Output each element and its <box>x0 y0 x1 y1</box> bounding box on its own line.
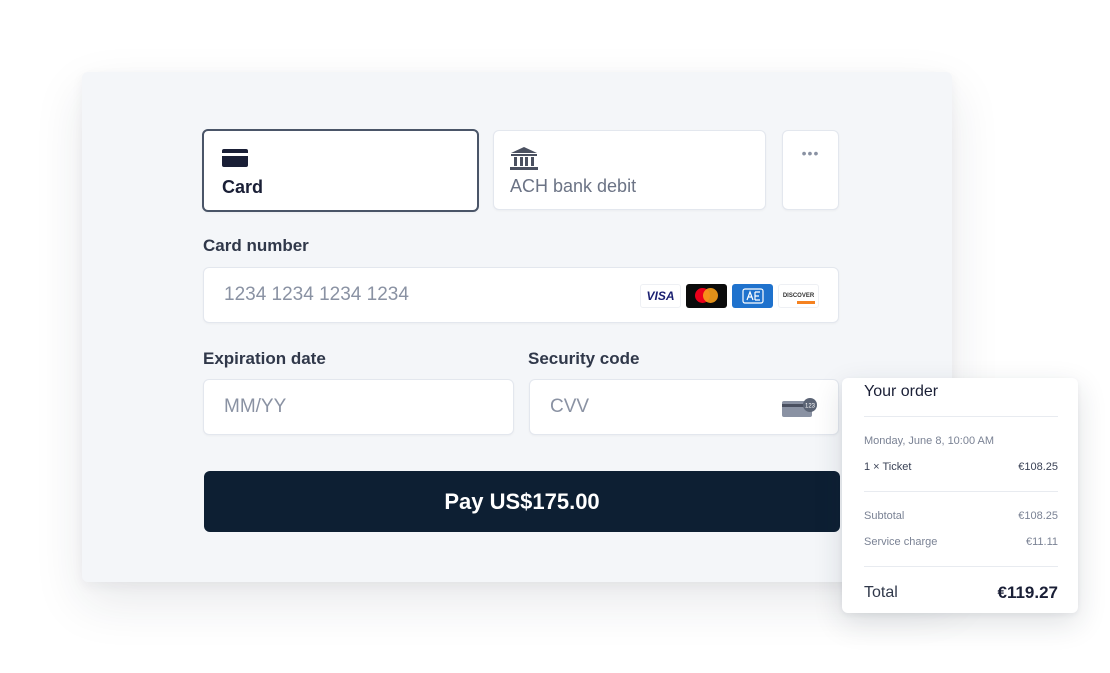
svg-text:123: 123 <box>805 404 816 410</box>
order-item-label: 1 × Ticket <box>864 461 912 473</box>
order-item-price: €108.25 <box>1018 461 1058 473</box>
order-title: Your order <box>864 383 939 400</box>
card-brands: VISA DISCOVER <box>640 284 819 308</box>
security-code-label: Security code <box>528 349 640 368</box>
discover-icon: DISCOVER <box>778 284 819 308</box>
mastercard-icon <box>686 284 727 308</box>
more-methods-button[interactable]: ••• <box>782 130 839 210</box>
divider <box>864 416 1058 417</box>
expiration-date-input[interactable]: MM/YY <box>203 379 514 435</box>
visa-icon: VISA <box>640 284 681 308</box>
cvv-card-icon: 123 <box>782 398 818 424</box>
divider <box>864 566 1058 567</box>
subtotal-label: Subtotal <box>864 510 905 522</box>
bank-icon <box>510 147 538 176</box>
discover-text: DISCOVER <box>782 293 815 299</box>
tab-ach-label: ACH bank debit <box>510 176 637 196</box>
expiration-placeholder: MM/YY <box>224 396 287 417</box>
service-charge-label: Service charge <box>864 536 938 548</box>
amex-icon <box>732 284 773 308</box>
card-number-input[interactable]: 1234 1234 1234 1234 VISA DISCOVER <box>203 267 839 323</box>
pay-button[interactable]: Pay US$175.00 <box>204 471 840 532</box>
card-number-placeholder: 1234 1234 1234 1234 <box>224 284 409 305</box>
security-code-input[interactable]: CVV 123 <box>529 379 839 435</box>
total-value: €119.27 <box>997 583 1058 602</box>
total-label: Total <box>864 584 898 601</box>
cvv-placeholder: CVV <box>550 396 590 417</box>
tab-card[interactable]: Card <box>202 129 479 212</box>
tab-ach-bank-debit[interactable]: ACH bank debit <box>493 130 766 210</box>
order-date: Monday, June 8, 10:00 AM <box>864 435 995 447</box>
service-charge-value: €11.11 <box>1025 536 1058 548</box>
more-dots-icon: ••• <box>801 145 820 161</box>
order-summary-card: Your order Monday, June 8, 10:00 AM 1 × … <box>842 378 1078 613</box>
expiration-date-label: Expiration date <box>203 349 326 368</box>
credit-card-icon <box>222 149 248 172</box>
subtotal-value: €108.25 <box>1018 510 1058 522</box>
divider <box>864 491 1058 492</box>
card-number-label: Card number <box>203 236 309 255</box>
tab-card-label: Card <box>222 177 264 197</box>
